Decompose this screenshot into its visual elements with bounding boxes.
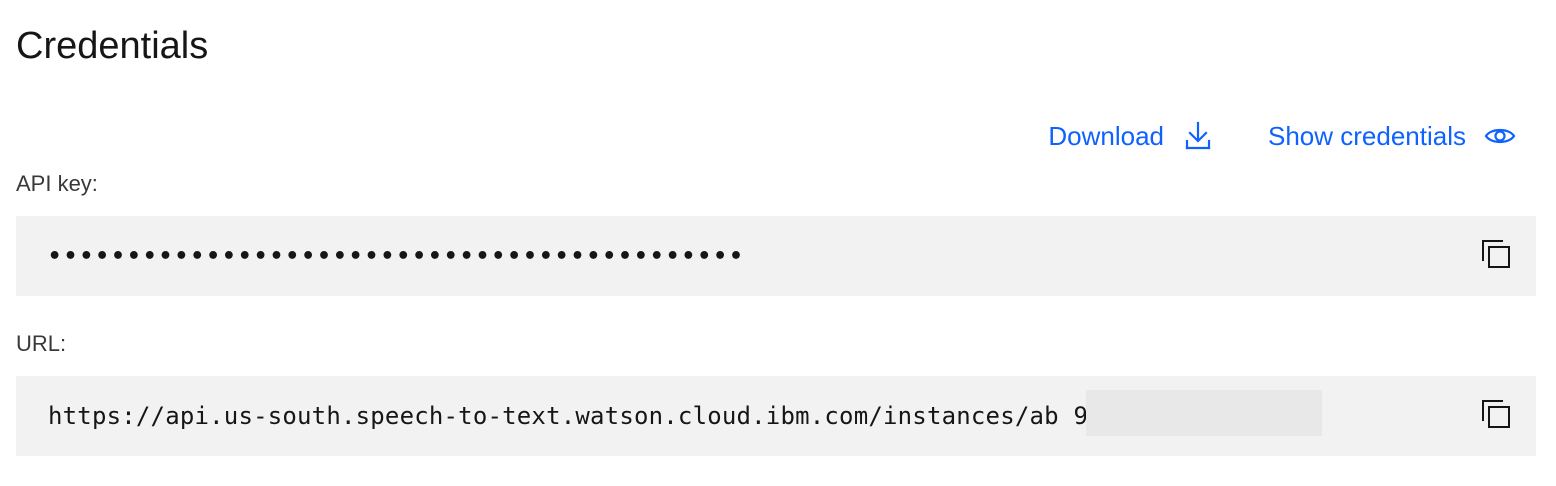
api-key-value: ••••••••••••••••••••••••••••••••••••••••… (48, 243, 746, 269)
copy-api-key-button[interactable] (1478, 238, 1514, 274)
url-label: URL: (16, 331, 67, 356)
url-field[interactable]: https://api.us-south.speech-to-text.wats… (16, 376, 1536, 456)
download-button-label: Download (1048, 120, 1164, 151)
url-fade (1388, 376, 1428, 456)
download-button[interactable]: Download (1048, 120, 1214, 152)
eye-icon (1484, 120, 1516, 152)
api-key-field[interactable]: ••••••••••••••••••••••••••••••••••••••••… (16, 216, 1536, 296)
download-icon (1182, 120, 1214, 152)
copy-url-button[interactable] (1478, 398, 1514, 434)
page-title: Credentials (16, 25, 209, 67)
api-key-label: API key: (16, 171, 98, 196)
copy-icon (1481, 239, 1511, 274)
credential-actions: Download Show credentials (1048, 116, 1516, 156)
show-credentials-label: Show credentials (1268, 120, 1466, 151)
copy-icon (1481, 399, 1511, 434)
show-credentials-button[interactable]: Show credentials (1268, 120, 1516, 152)
url-value: https://api.us-south.speech-to-text.wats… (48, 402, 1191, 430)
redaction-overlay (1086, 390, 1322, 436)
